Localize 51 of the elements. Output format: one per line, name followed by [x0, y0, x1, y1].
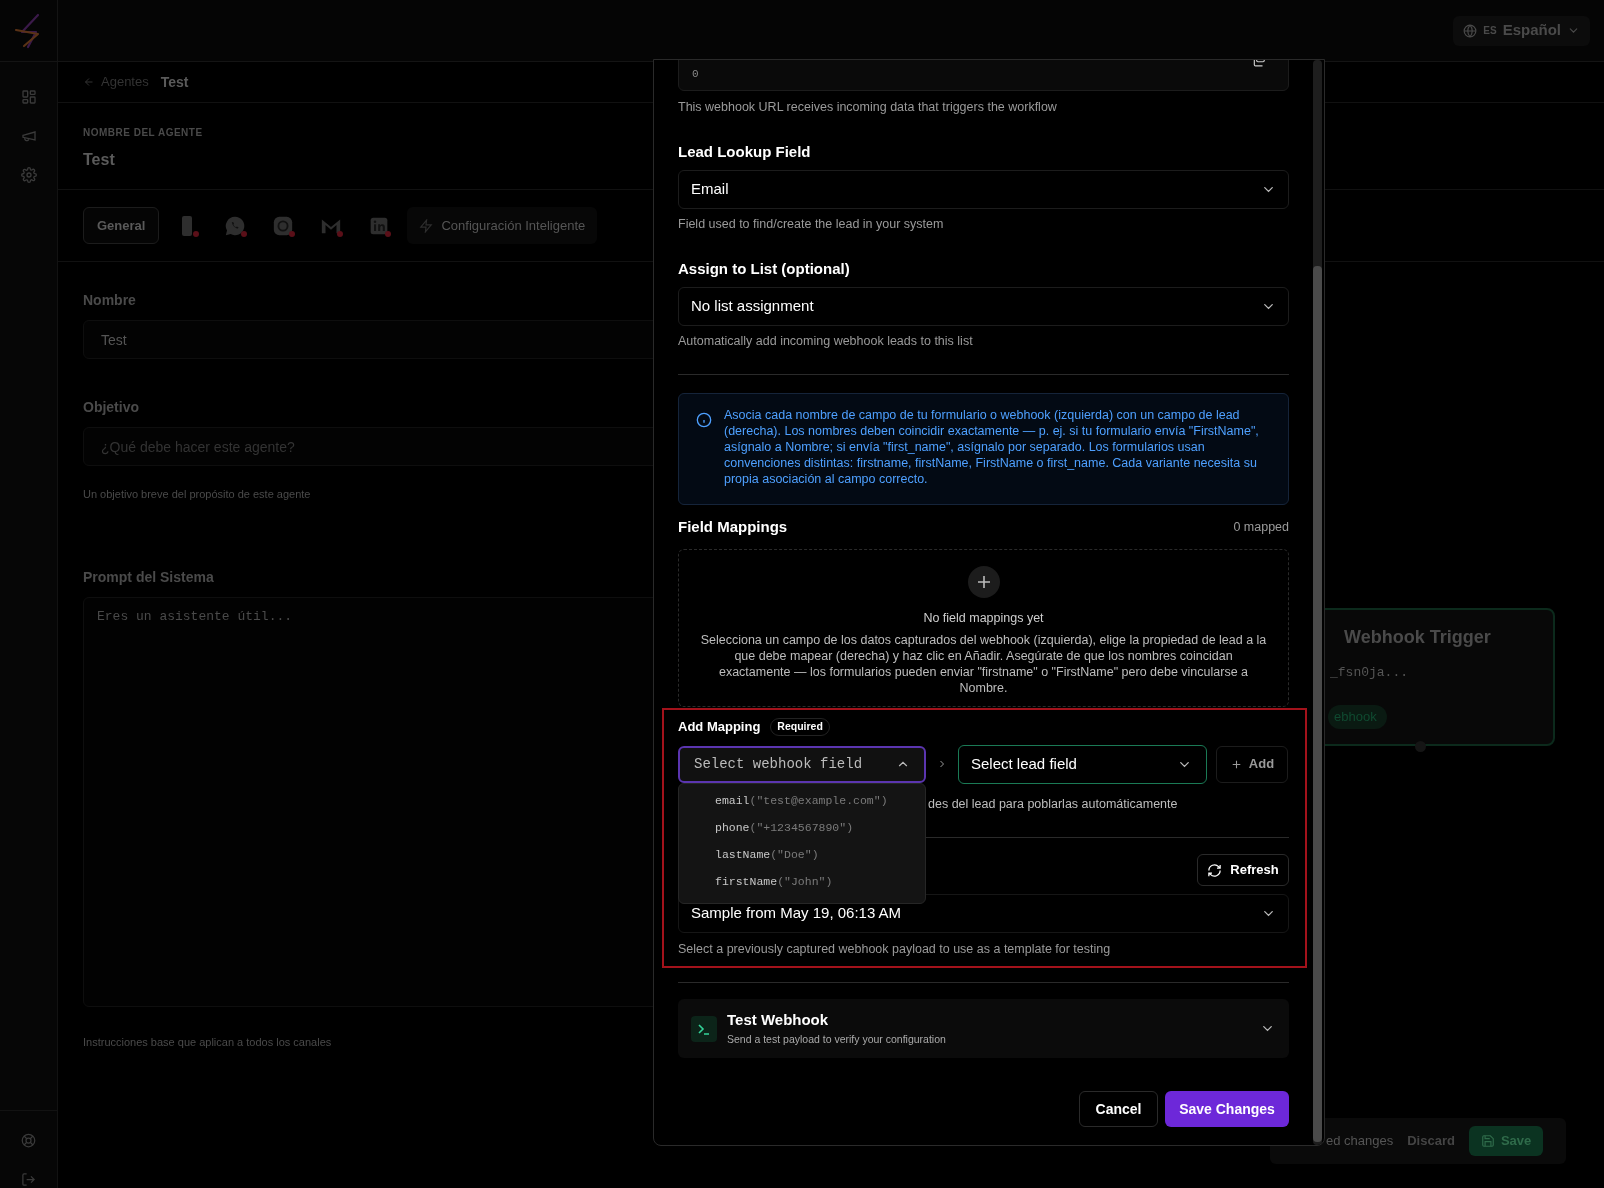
node-title: Webhook Trigger: [1344, 626, 1491, 649]
help-text: Field used to find/create the lead in your system: [678, 216, 945, 233]
empty-title: No field mappings yet: [923, 610, 1044, 627]
node-subtitle: _fsn0ja...: [1330, 664, 1408, 682]
test-webhook-panel[interactable]: Test Webhook Send a test payload to verify your configuration: [678, 999, 1289, 1058]
sample-select[interactable]: Sample from May 19, 06:13 AM: [678, 894, 1289, 933]
globe-icon: [1463, 23, 1478, 38]
select-field[interactable]: Email: [678, 170, 1289, 209]
channel-icon: [272, 214, 295, 237]
help-text: This webhook URL receives incoming data that triggers the workflow: [678, 99, 1058, 116]
field-hint: Un objetivo breve del propósito de este agente: [83, 487, 311, 502]
field-label: Prompt del Sistema: [83, 567, 214, 587]
select-field[interactable]: No list assignment: [678, 287, 1289, 326]
panel-title: Test Webhook: [727, 1010, 830, 1031]
breadcrumb-current: Test: [160, 72, 189, 92]
mapped-count: 0 mapped: [1233, 518, 1289, 536]
lightning-icon: [419, 218, 434, 233]
refresh-icon: [1207, 862, 1223, 878]
field-hint: Instrucciones base que aplican a todos los canales: [83, 1034, 332, 1050]
scrollbar-thumb[interactable]: [1313, 266, 1322, 1142]
field-label: Nombre: [83, 291, 136, 310]
field-label: Objetivo: [83, 398, 139, 417]
help-icon[interactable]: [21, 1133, 36, 1148]
node-handle[interactable]: [1415, 741, 1426, 752]
dashboard-icon[interactable]: [20, 89, 37, 105]
url-field[interactable]: 0: [678, 60, 1289, 91]
logout-icon[interactable]: [21, 1172, 36, 1187]
settings-icon[interactable]: [20, 167, 37, 183]
section-title: Add Mapping: [678, 718, 761, 737]
field-label: Field Mappings: [678, 517, 788, 537]
agent-name-label: NOMBRE DEL AGENTE: [83, 126, 203, 140]
channel-icon: [369, 215, 390, 236]
refresh-button[interactable]: Refresh: [1197, 854, 1289, 886]
help-text: des del lead para poblarlas automáticamente: [928, 796, 1178, 813]
webhook-field-select[interactable]: Select webhook field: [678, 745, 926, 783]
agent-name: Test: [83, 150, 115, 170]
field-label: Lead Lookup Field: [678, 142, 812, 162]
info-icon: [696, 412, 712, 428]
unsaved-status: ed changes: [1326, 1132, 1394, 1151]
save-changes-button[interactable]: Save Changes: [1165, 1091, 1289, 1127]
plus-icon: [967, 566, 1000, 598]
panel-subtitle: Send a test payload to verify your configuration: [727, 1031, 947, 1047]
channel-icon: [224, 214, 247, 237]
terminal-icon: [691, 1015, 717, 1042]
cancel-button[interactable]: Cancel: [1079, 1091, 1158, 1127]
lead-field-select[interactable]: Select lead field: [958, 744, 1207, 784]
arrow-left-icon: [83, 76, 95, 88]
save-icon: [1480, 1134, 1495, 1148]
megaphone-icon[interactable]: [20, 128, 37, 144]
field-label: Assign to List (optional): [678, 259, 851, 279]
add-button[interactable]: Add: [1216, 745, 1288, 783]
